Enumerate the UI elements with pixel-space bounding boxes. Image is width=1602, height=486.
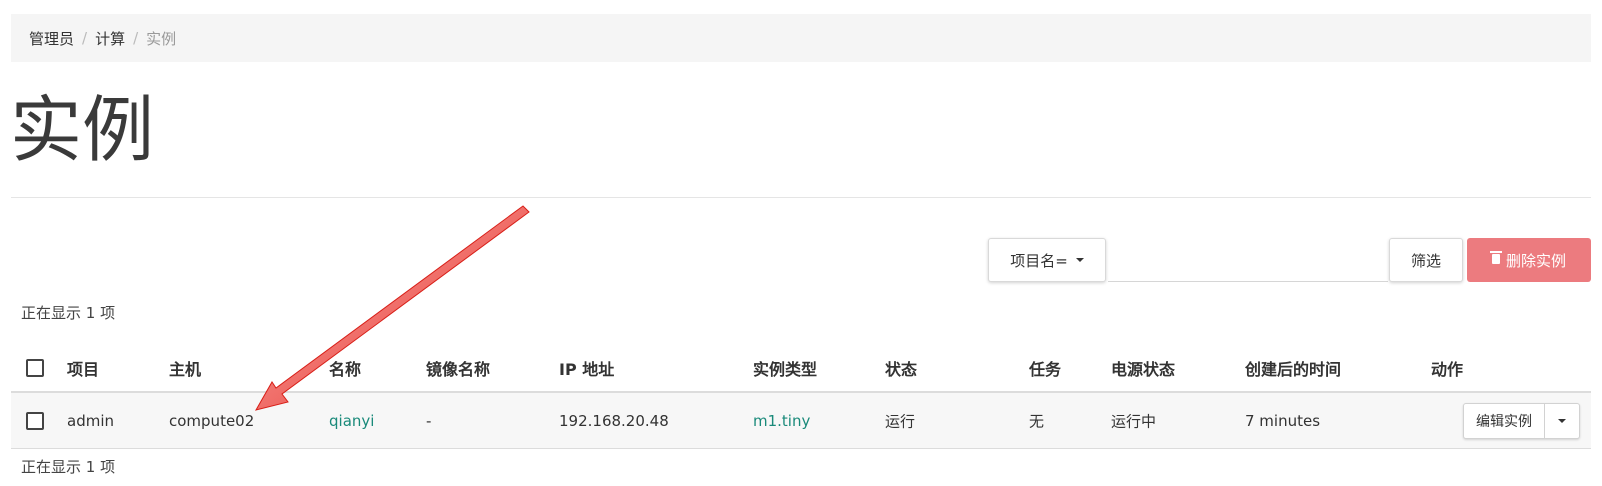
- col-flavor[interactable]: 实例类型: [753, 356, 817, 380]
- cell-image: -: [426, 411, 432, 430]
- filter-button[interactable]: 筛选: [1389, 238, 1463, 282]
- col-status[interactable]: 状态: [885, 356, 917, 380]
- breadcrumb-admin[interactable]: 管理员: [29, 28, 74, 49]
- cell-flavor-link[interactable]: m1.tiny: [753, 412, 810, 430]
- table-row: admin compute02 qianyi - 192.168.20.48 m…: [11, 393, 1591, 449]
- cell-age: 7 minutes: [1245, 411, 1321, 430]
- col-name[interactable]: 名称: [329, 356, 361, 380]
- select-all-checkbox[interactable]: [26, 359, 44, 377]
- col-host[interactable]: 主机: [169, 356, 201, 380]
- caret-down-icon: [1075, 258, 1084, 262]
- filter-input[interactable]: [1108, 238, 1388, 282]
- instances-table: 项目 主机 名称 镜像名称 IP 地址 实例类型 状态 任务 电源状态 创建后的…: [11, 345, 1591, 449]
- cell-host: compute02: [169, 411, 255, 430]
- filter-field-dropdown[interactable]: 项目名=: [988, 238, 1106, 282]
- row-action-group: 编辑实例: [1463, 402, 1580, 439]
- col-age[interactable]: 创建后的时间: [1245, 356, 1341, 380]
- breadcrumb-separator: /: [82, 29, 88, 47]
- cell-project: admin: [67, 411, 114, 430]
- delete-instances-label: 删除实例: [1505, 251, 1566, 270]
- filter-field-label: 项目名=: [1010, 251, 1068, 270]
- row-checkbox[interactable]: [26, 411, 44, 430]
- table-header: 项目 主机 名称 镜像名称 IP 地址 实例类型 状态 任务 电源状态 创建后的…: [11, 345, 1591, 393]
- page-title: 实例: [10, 88, 155, 172]
- action-dropdown-toggle[interactable]: [1545, 404, 1579, 438]
- title-divider: [11, 197, 1591, 198]
- item-count-top: 正在显示 1 项: [21, 304, 116, 322]
- cell-name-link[interactable]: qianyi: [329, 412, 374, 430]
- delete-instances-button[interactable]: 删除实例: [1467, 238, 1591, 282]
- cell-ip: 192.168.20.48: [559, 411, 669, 430]
- cell-status: 运行: [885, 412, 916, 430]
- item-count-bottom: 正在显示 1 项: [21, 458, 116, 476]
- breadcrumb: 管理员 / 计算 / 实例: [11, 14, 1591, 62]
- breadcrumb-current: 实例: [146, 29, 177, 48]
- cell-task: 无: [1029, 412, 1045, 430]
- cell-power: 运行中: [1111, 412, 1157, 430]
- col-task[interactable]: 任务: [1029, 356, 1061, 380]
- col-project[interactable]: 项目: [67, 356, 99, 380]
- edit-instance-button[interactable]: 编辑实例: [1464, 403, 1545, 438]
- caret-down-icon: [1558, 418, 1566, 423]
- col-ip[interactable]: IP 地址: [559, 356, 614, 380]
- breadcrumb-compute[interactable]: 计算: [95, 28, 125, 49]
- col-image[interactable]: 镜像名称: [426, 356, 490, 380]
- col-power[interactable]: 电源状态: [1111, 356, 1175, 380]
- col-actions: 动作: [1431, 360, 1464, 379]
- breadcrumb-separator: /: [133, 29, 139, 47]
- trash-icon: [1489, 251, 1502, 264]
